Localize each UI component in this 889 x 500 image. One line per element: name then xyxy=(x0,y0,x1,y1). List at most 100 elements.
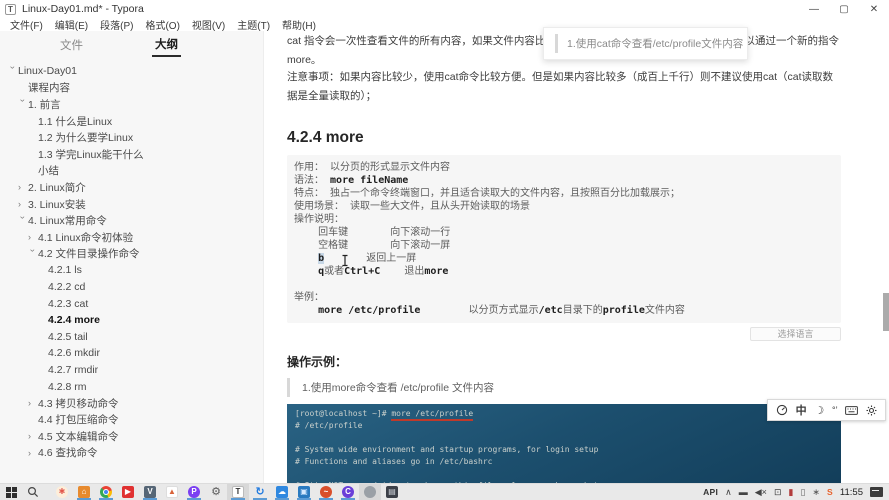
chevron-right-icon[interactable]: › xyxy=(28,448,38,458)
outline-item[interactable]: › 4.6 查找命令 xyxy=(0,445,263,462)
outline-item[interactable]: › 3. Linux安装 xyxy=(0,196,263,213)
outline-item[interactable]: 小结 xyxy=(0,163,263,180)
outline-item[interactable]: 4.2.8 rm xyxy=(0,378,263,395)
app-sync[interactable]: ↻ xyxy=(249,484,271,500)
app-remote-icon: ▣ xyxy=(298,486,310,498)
tray-pin-icon[interactable]: ▯ xyxy=(800,487,805,498)
chevron-right-icon[interactable]: › xyxy=(28,232,38,242)
outline-item[interactable]: 1.1 什么是Linux xyxy=(0,113,263,130)
outline-item[interactable]: › 4.3 拷贝移动命令 xyxy=(0,395,263,412)
tray-api-label[interactable]: API xyxy=(703,487,718,497)
start-button[interactable] xyxy=(0,484,22,500)
outline-item[interactable]: 4.2.4 more xyxy=(0,312,263,329)
tray-camera-icon[interactable]: ▬ xyxy=(739,487,748,497)
app-sync-icon: ↻ xyxy=(255,485,265,498)
app-colorful[interactable]: ✱ xyxy=(51,484,73,500)
chevron-down-icon[interactable]: › xyxy=(8,66,18,76)
app-chrome[interactable] xyxy=(95,484,117,500)
tray-sogou-icon[interactable]: S xyxy=(827,487,833,497)
outline-item[interactable]: 4.4 打包压缩命令 xyxy=(0,411,263,428)
tab-outline[interactable]: 大纲 xyxy=(152,32,181,57)
outline-item[interactable]: › 2. Linux简介 xyxy=(0,179,263,196)
tray-expand-chevron[interactable]: ∧ xyxy=(725,487,732,498)
chevron-right-icon[interactable]: › xyxy=(18,182,28,192)
tray-volume-muted-icon[interactable]: ◀× xyxy=(755,487,767,498)
tray-clock[interactable]: 11:55 xyxy=(840,487,863,498)
app-vmware[interactable]: V xyxy=(139,484,161,500)
chevron-down-icon[interactable]: › xyxy=(18,99,28,109)
app-briefcase-icon: ▤ xyxy=(386,486,398,498)
tray-display-icon[interactable]: ⊡ xyxy=(774,487,782,498)
outline-item[interactable]: 1.3 学完Linux能干什么 xyxy=(0,146,263,163)
chevron-down-icon[interactable]: › xyxy=(18,216,28,226)
outline-item[interactable]: 4.2.2 cd xyxy=(0,279,263,296)
app-triangle[interactable]: ▲ xyxy=(161,484,183,500)
minimize-button[interactable]: — xyxy=(799,0,829,18)
chevron-right-icon[interactable]: › xyxy=(18,199,28,209)
app-c-circle[interactable]: C xyxy=(337,484,359,500)
outline-item[interactable]: › 4. Linux常用命令 xyxy=(0,212,263,229)
chevron-right-icon[interactable]: › xyxy=(28,431,38,441)
taskbar-apps: ✱ ⌂ ▶ V ▲ P ⚙ T ↻ ☁ ▣ ~ C ▤ xyxy=(51,484,403,500)
code-line: 语法： more fileName xyxy=(294,175,409,186)
punctuation-mode-icon[interactable]: °’ xyxy=(832,405,838,415)
app-cloud[interactable]: ☁ xyxy=(271,484,293,500)
chinese-mode-indicator[interactable]: 中 xyxy=(796,402,807,418)
tray-security-icon[interactable]: ▮ xyxy=(788,487,793,498)
gauge-icon[interactable] xyxy=(776,404,788,416)
outline-item[interactable]: › 4.1 Linux命令初体验 xyxy=(0,229,263,246)
notification-center-icon[interactable] xyxy=(870,487,883,497)
paragraph-note[interactable]: 注意事项：如果内容比较少，使用cat命令比较方便。但是如果内容比较多（成百上千行… xyxy=(287,68,841,106)
menu-item[interactable]: 格式(O) xyxy=(139,17,185,32)
select-language-button[interactable]: 选择语言 xyxy=(750,327,841,341)
maximize-button[interactable]: ▢ xyxy=(829,0,859,18)
menu-item[interactable]: 文件(F) xyxy=(4,17,49,32)
code-line: 回车键 向下滚动一行 xyxy=(294,227,451,238)
app-remote[interactable]: ▣ xyxy=(293,484,315,500)
app-typora[interactable]: T xyxy=(227,484,249,500)
menu-item[interactable]: 帮助(H) xyxy=(276,17,322,32)
outline-item[interactable]: 4.2.1 ls xyxy=(0,262,263,279)
outline-item-label: 1.2 为什么要学Linux xyxy=(38,132,134,145)
keyboard-icon[interactable] xyxy=(845,405,859,415)
section-heading[interactable]: 4.2.4 more xyxy=(287,129,841,147)
app-briefcase[interactable]: ▤ xyxy=(381,484,403,500)
app-media[interactable]: ▶ xyxy=(117,484,139,500)
example-heading[interactable]: 操作示例： xyxy=(287,353,841,370)
system-tray: API ∧ ▬ ◀× ⊡ ▮ ▯ ∗ S 11:55 xyxy=(703,484,889,500)
outline-item[interactable]: 4.2.5 tail xyxy=(0,329,263,346)
outline-item[interactable]: › 4.2 文件目录操作命令 xyxy=(0,246,263,263)
outline-item[interactable]: 课程内容 xyxy=(0,80,263,97)
outline-item[interactable]: 1.2 为什么要学Linux xyxy=(0,129,263,146)
close-button[interactable]: ✕ xyxy=(859,0,889,18)
blockquote[interactable]: 1.使用more命令查看 /etc/profile 文件内容 xyxy=(287,378,841,397)
code-block[interactable]: 作用： 以分页的形式显示文件内容 语法： more fileName 特点： 独占一… xyxy=(287,155,841,323)
outline-item[interactable]: › 1. 前言 xyxy=(0,96,263,113)
outline-item[interactable]: › Linux-Day01 xyxy=(0,63,263,80)
app-gray-circle[interactable] xyxy=(359,484,381,500)
gear-icon[interactable] xyxy=(866,405,877,416)
outline-item-label: 4.4 打包压缩命令 xyxy=(38,414,119,427)
terminal-line: # System wide environment and startup pr… xyxy=(295,445,599,454)
moon-icon[interactable]: ☽ xyxy=(814,404,824,417)
terminal-screenshot-image[interactable]: [root@localhost ~]# more /etc/profile # /… xyxy=(287,404,841,483)
chevron-right-icon[interactable]: › xyxy=(28,398,38,408)
app-settings-gear[interactable]: ⚙ xyxy=(205,484,227,500)
tray-fan-icon[interactable]: ∗ xyxy=(812,487,820,498)
menu-item[interactable]: 编辑(E) xyxy=(49,17,94,32)
menu-item[interactable]: 视图(V) xyxy=(186,17,231,32)
vertical-scrollbar-thumb[interactable] xyxy=(883,293,889,331)
menu-item[interactable]: 段落(P) xyxy=(94,17,139,32)
taskbar-search-button[interactable] xyxy=(22,484,44,500)
outline-item[interactable]: 4.2.3 cat xyxy=(0,295,263,312)
outline-item[interactable]: › 4.5 文本编辑命令 xyxy=(0,428,263,445)
outline-item[interactable]: 4.2.6 mkdir xyxy=(0,345,263,362)
app-home[interactable]: ⌂ xyxy=(73,484,95,500)
outline-item[interactable]: 4.2.7 rmdir xyxy=(0,362,263,379)
tab-files[interactable]: 文件 xyxy=(57,33,86,56)
chevron-down-icon[interactable]: › xyxy=(28,249,38,259)
menu-item[interactable]: 主题(T) xyxy=(231,17,276,32)
app-fox[interactable]: ~ xyxy=(315,484,337,500)
app-pycharm[interactable]: P xyxy=(183,484,205,500)
